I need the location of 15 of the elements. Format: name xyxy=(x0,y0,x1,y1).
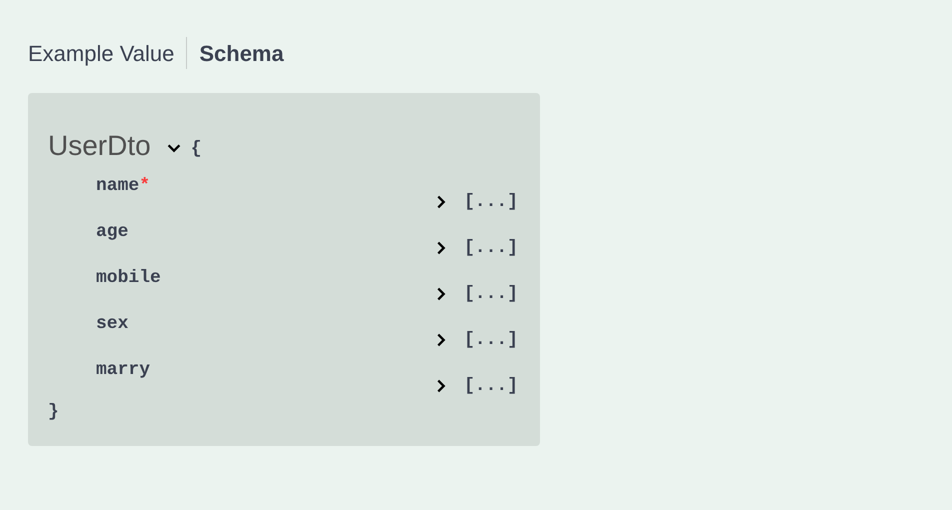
open-brace: { xyxy=(190,138,202,160)
property-value: [...] xyxy=(464,190,518,214)
model-title: UserDto xyxy=(48,129,151,163)
property-value: [...] xyxy=(464,282,518,306)
property-value: [...] xyxy=(464,374,518,398)
property-name: mobile xyxy=(96,267,161,289)
property-name: age xyxy=(96,221,128,243)
property-name: sex xyxy=(96,313,128,335)
property-name: marry xyxy=(96,359,150,381)
property-value: [...] xyxy=(464,236,518,260)
close-brace: } xyxy=(48,401,59,424)
property-name: name* xyxy=(96,175,150,197)
property-value: [...] xyxy=(464,328,518,352)
tab[interactable]: Schema xyxy=(199,36,284,70)
tab[interactable]: Example Value xyxy=(28,36,174,70)
